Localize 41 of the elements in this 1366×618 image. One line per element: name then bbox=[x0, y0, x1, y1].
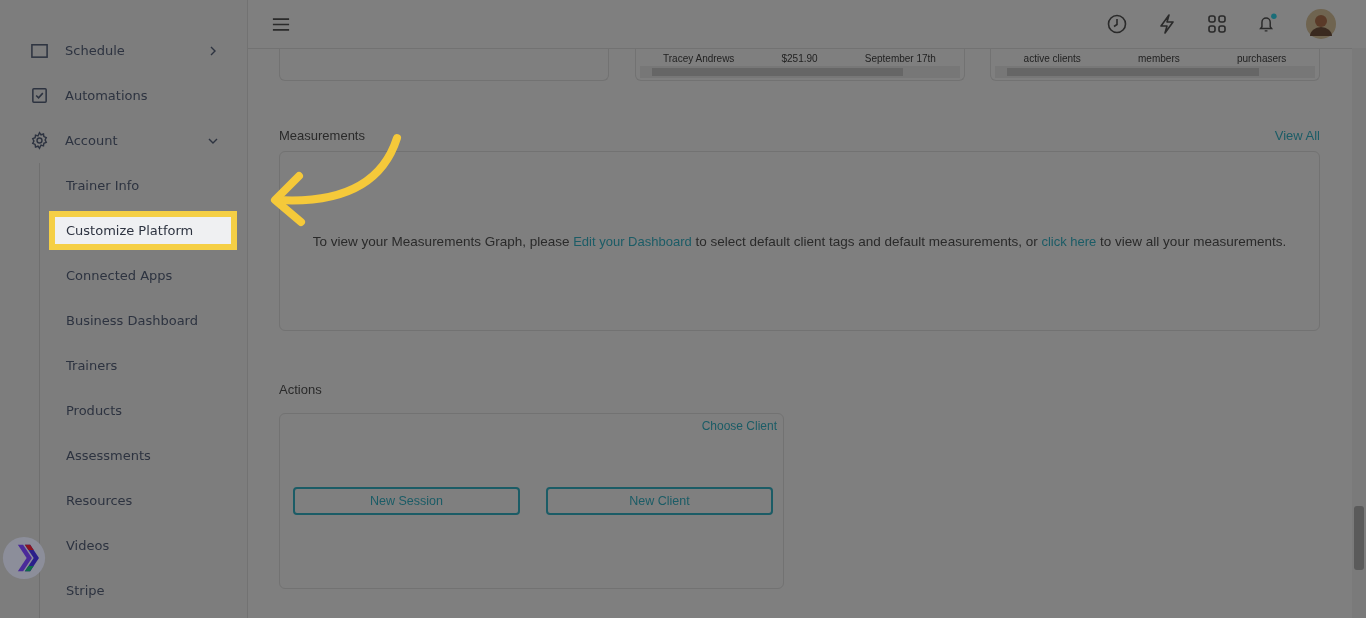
action-button[interactable]: New Client bbox=[546, 487, 773, 515]
submenu-item[interactable]: Trainers bbox=[49, 346, 237, 385]
table-cell: September 17th bbox=[864, 53, 936, 64]
nav-item[interactable]: Account bbox=[0, 118, 247, 163]
nav-label: Account bbox=[65, 133, 119, 148]
choose-client-link[interactable]: Choose Client bbox=[701, 419, 777, 433]
avatar[interactable] bbox=[1306, 9, 1336, 39]
submenu-item[interactable]: Products bbox=[49, 391, 237, 430]
table-cell: Tracey Andrews bbox=[663, 53, 735, 64]
vertical-scrollbar[interactable] bbox=[1352, 48, 1366, 618]
submenu-item[interactable]: Stripe bbox=[49, 571, 237, 610]
inline-link[interactable]: Edit your Dashboard bbox=[573, 233, 692, 249]
action-button[interactable]: New Session bbox=[293, 487, 520, 515]
submenu-item[interactable]: Business Dashboard bbox=[49, 301, 237, 340]
nav-item[interactable]: Automations bbox=[0, 73, 247, 118]
nav-label: Automations bbox=[65, 88, 149, 103]
settings-icon bbox=[30, 131, 49, 150]
inline-link[interactable]: click here bbox=[1041, 233, 1097, 249]
table-cell: members bbox=[1138, 53, 1180, 64]
submenu-item[interactable]: Resources bbox=[49, 481, 237, 520]
checkbox-icon bbox=[30, 86, 49, 105]
submenu-item[interactable]: Videos bbox=[49, 526, 237, 565]
nav-item[interactable]: Schedule bbox=[0, 28, 247, 73]
submenu-item[interactable]: Connected Apps bbox=[49, 256, 237, 295]
submenu-item[interactable]: Trainer Info bbox=[49, 166, 237, 205]
table-cell: active clients bbox=[1023, 53, 1081, 64]
view-all-link[interactable]: View All bbox=[1274, 127, 1320, 143]
measurements-message: To view your Measurements Graph, please Edit your Dashboard to select default client tags and default measurements, or click here to view all your measurements. bbox=[312, 233, 1287, 249]
grid-icon[interactable] bbox=[1206, 13, 1228, 35]
section-title: Actions bbox=[279, 381, 322, 397]
horizontal-scrollbar[interactable] bbox=[639, 66, 960, 78]
app-badge-icon[interactable] bbox=[2, 536, 46, 580]
horizontal-scrollbar[interactable] bbox=[995, 66, 1315, 78]
section-title: Measurements bbox=[279, 127, 365, 143]
submenu-item[interactable]: Customize Platform bbox=[49, 211, 237, 250]
table-cell: purchasers bbox=[1236, 53, 1287, 64]
submenu-item[interactable]: Assessments bbox=[49, 436, 237, 475]
nav-label: Schedule bbox=[65, 43, 126, 58]
clock-icon[interactable] bbox=[1106, 13, 1128, 35]
table-cell: $251.90 bbox=[781, 53, 818, 64]
menu-icon[interactable] bbox=[272, 16, 290, 32]
